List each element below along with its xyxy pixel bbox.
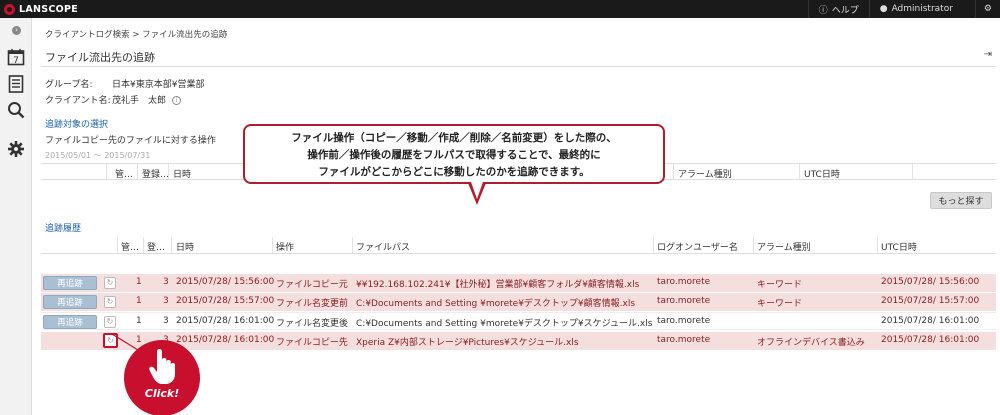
- hand-pointer-icon: [149, 349, 175, 384]
- click-badge: Click!: [124, 340, 200, 415]
- click-label: Click!: [144, 387, 180, 400]
